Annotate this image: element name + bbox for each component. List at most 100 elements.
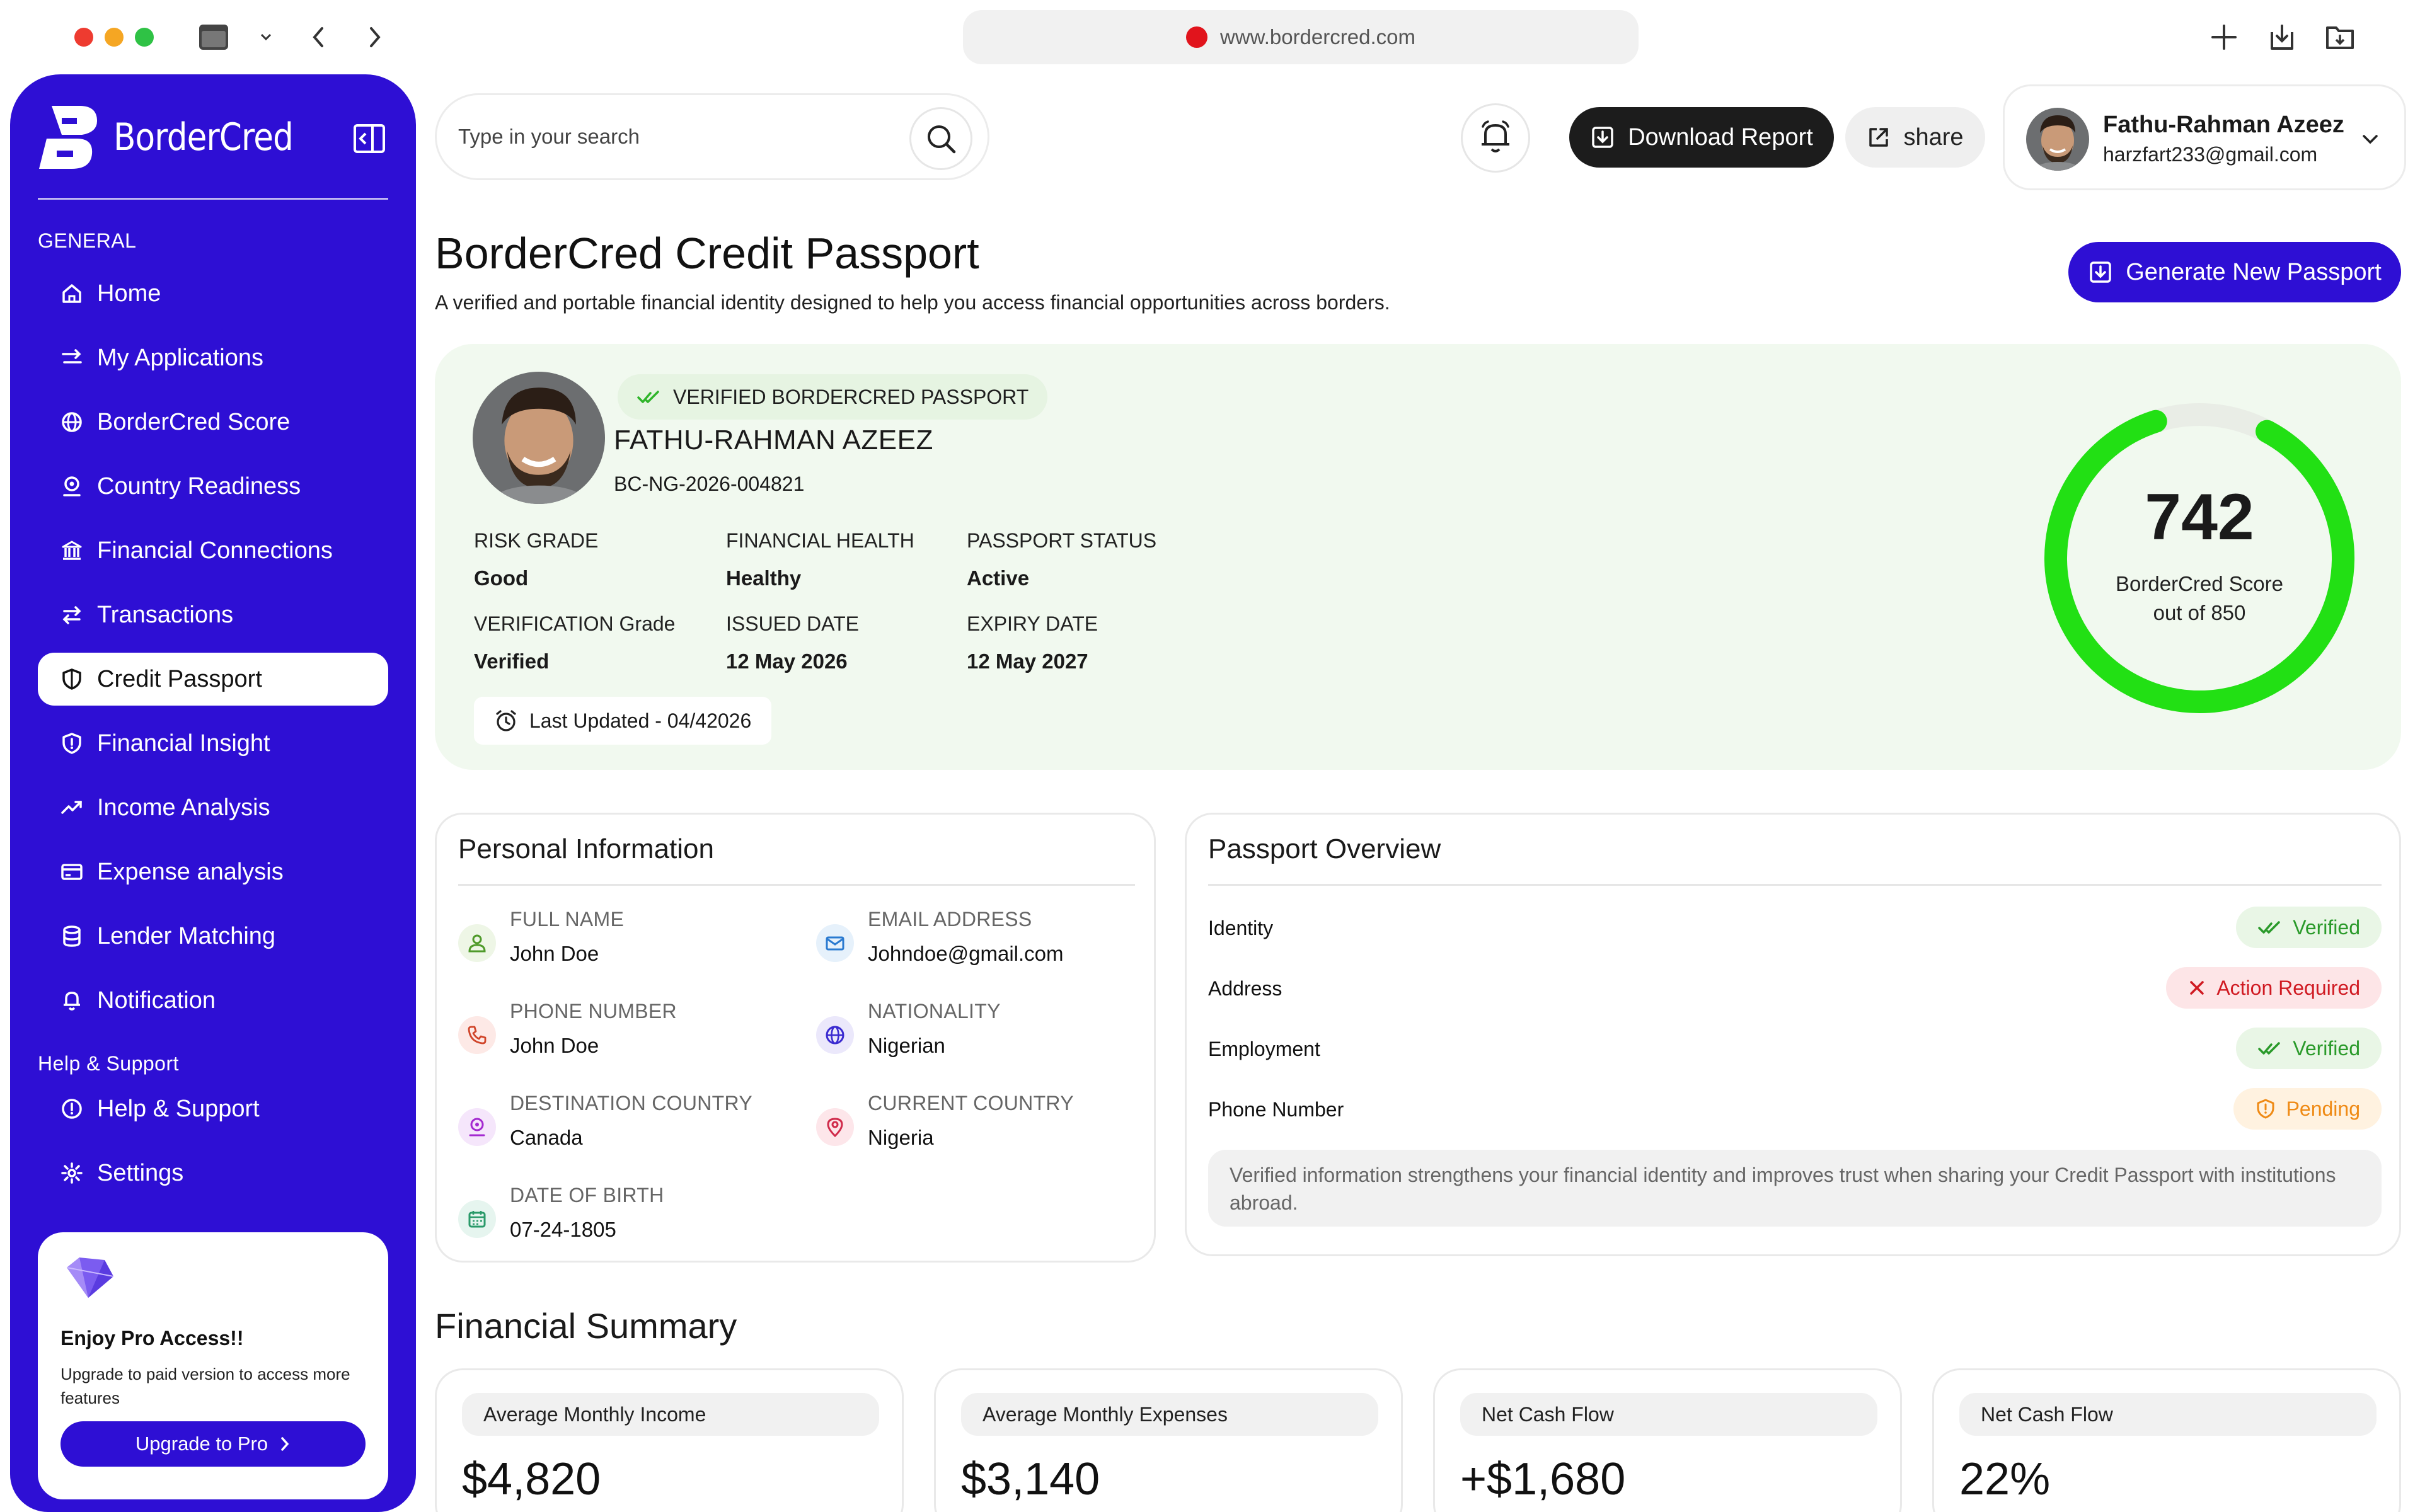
sidebar: BorderCred GENERAL Home My Applications … bbox=[10, 74, 416, 1512]
chevron-right-icon bbox=[281, 1437, 289, 1451]
new-tab-icon[interactable] bbox=[2208, 21, 2240, 53]
pin-icon bbox=[816, 1108, 854, 1146]
folder-icon[interactable] bbox=[2324, 21, 2356, 53]
sidebar-item-label: Lender Matching bbox=[97, 922, 276, 949]
home-icon bbox=[62, 284, 81, 303]
sidebar-item-transactions[interactable]: Transactions bbox=[38, 588, 388, 641]
date-of-birth-field: DATE OF BIRTH 07-24-1805 bbox=[458, 1184, 798, 1253]
minimize-window-button[interactable] bbox=[105, 28, 124, 47]
sidebar-item-my-applications[interactable]: My Applications bbox=[38, 331, 388, 384]
sidebar-item-label: Help & Support bbox=[97, 1095, 260, 1122]
search-input[interactable] bbox=[458, 125, 874, 149]
download-report-label: Download Report bbox=[1628, 123, 1813, 151]
shield-alert-icon bbox=[2257, 1099, 2274, 1119]
chevron-down-icon[interactable] bbox=[255, 21, 277, 53]
external-link-icon bbox=[1869, 128, 1889, 147]
sidebar-item-country-readiness[interactable]: Country Readiness bbox=[38, 460, 388, 513]
nationality-field: NATIONALITY Nigerian bbox=[816, 1000, 1156, 1069]
trend-icon bbox=[61, 801, 82, 814]
sidebar-item-help-support[interactable]: Help & Support bbox=[38, 1082, 388, 1135]
back-icon[interactable] bbox=[302, 21, 334, 53]
share-label: share bbox=[1903, 123, 1964, 151]
financial-summary-title: Financial Summary bbox=[435, 1306, 737, 1346]
collapse-sidebar-icon[interactable] bbox=[352, 121, 387, 156]
download-icon[interactable] bbox=[2266, 21, 2298, 53]
status-badge: Verified bbox=[2236, 907, 2382, 948]
score-caption: BorderCred Score out of 850 bbox=[2029, 570, 2370, 627]
overview-row-identity: Identity Verified bbox=[1208, 907, 2382, 951]
bank-icon bbox=[62, 541, 82, 560]
sidebar-item-notification[interactable]: Notification bbox=[38, 974, 388, 1027]
sidebar-item-income-analysis[interactable]: Income Analysis bbox=[38, 781, 388, 834]
database-icon bbox=[63, 925, 81, 947]
brand[interactable]: BorderCred bbox=[38, 102, 322, 173]
sidebar-item-label: Country Readiness bbox=[97, 472, 301, 500]
sidebar-item-bordercred-score[interactable]: BorderCred Score bbox=[38, 396, 388, 449]
sidebar-section-support: Help & Support bbox=[38, 1052, 180, 1075]
site-icon bbox=[1186, 26, 1208, 48]
pro-description: Upgrade to paid version to access more f… bbox=[60, 1365, 350, 1407]
upgrade-button[interactable]: Upgrade to Pro bbox=[60, 1421, 366, 1467]
current-country-field: CURRENT COUNTRY Nigeria bbox=[816, 1092, 1156, 1161]
upgrade-button-label: Upgrade to Pro bbox=[135, 1433, 268, 1455]
download-icon bbox=[1592, 127, 1613, 148]
bell-icon bbox=[1482, 120, 1509, 152]
mail-icon bbox=[816, 924, 854, 962]
location-icon bbox=[63, 476, 81, 496]
share-button[interactable]: share bbox=[1845, 107, 1985, 168]
alarm-clock-icon bbox=[496, 710, 516, 731]
sidebar-section-general: GENERAL bbox=[38, 229, 137, 252]
sidebar-item-credit-passport[interactable]: Credit Passport bbox=[38, 653, 388, 706]
info-icon bbox=[62, 1099, 82, 1119]
credit-passport-card: VERIFIED BORDERCRED PASSPORT FATHU-RAHMA… bbox=[435, 344, 2401, 770]
generate-passport-button[interactable]: Generate New Passport bbox=[2068, 242, 2401, 302]
calendar-icon bbox=[458, 1200, 496, 1238]
sidebar-item-settings[interactable]: Settings bbox=[38, 1147, 388, 1200]
close-window-button[interactable] bbox=[74, 28, 93, 47]
summary-card-net-cash-flow-rate: Net Cash Flow 22% bbox=[1932, 1368, 2401, 1512]
sidebar-item-financial-connections[interactable]: Financial Connections bbox=[38, 524, 388, 577]
passport-status: PASSPORT STATUS Active bbox=[967, 529, 1157, 590]
sidebar-item-home[interactable]: Home bbox=[38, 267, 388, 320]
status-badge: Action Required bbox=[2166, 967, 2382, 1009]
sidebar-item-lender-matching[interactable]: Lender Matching bbox=[38, 910, 388, 963]
card-divider bbox=[1208, 884, 2382, 886]
sidebar-item-financial-insight[interactable]: Financial Insight bbox=[38, 717, 388, 770]
sidebar-item-label: BorderCred Score bbox=[97, 408, 291, 435]
sidebar-item-label: Credit Passport bbox=[97, 665, 262, 692]
search-bar bbox=[435, 93, 989, 180]
overview-note: Verified information strengthens your fi… bbox=[1208, 1150, 2382, 1227]
destination-country-field: DESTINATION COUNTRY Canada bbox=[458, 1092, 798, 1161]
expiry-date: EXPIRY DATE 12 May 2027 bbox=[967, 612, 1098, 673]
status-badge: Verified bbox=[2236, 1028, 2382, 1069]
brand-name: BorderCred bbox=[113, 115, 294, 159]
verification-grade: VERIFICATION Grade Verified bbox=[474, 612, 676, 673]
forward-icon[interactable] bbox=[359, 21, 391, 53]
passport-holder-name: FATHU-RAHMAN AZEEZ bbox=[614, 425, 933, 455]
sidebar-divider bbox=[38, 198, 388, 200]
score-label: BorderCred Score bbox=[2116, 572, 2283, 595]
summary-card-income: Average Monthly Income $4,820 bbox=[435, 1368, 904, 1512]
sidebar-item-label: Notification bbox=[97, 987, 216, 1014]
download-report-button[interactable]: Download Report bbox=[1569, 107, 1834, 168]
user-profile-menu[interactable]: Fathu-Rahman Azeez harzfart233@gmail.com bbox=[2003, 84, 2406, 190]
summary-card-net-cash-flow: Net Cash Flow +$1,680 bbox=[1433, 1368, 1902, 1512]
verified-badge-label: VERIFIED BORDERCRED PASSPORT bbox=[673, 385, 1029, 408]
gem-icon bbox=[66, 1257, 114, 1298]
address-bar[interactable]: www.bordercred.com bbox=[963, 10, 1639, 64]
last-updated-label: Last Updated - 04/42026 bbox=[529, 709, 752, 732]
sidebar-item-label: My Applications bbox=[97, 344, 264, 371]
notifications-button[interactable] bbox=[1461, 103, 1530, 173]
search-button[interactable] bbox=[909, 107, 972, 170]
sidebar-item-label: Expense analysis bbox=[97, 858, 284, 885]
phone-field: PHONE NUMBER John Doe bbox=[458, 1000, 798, 1069]
sidebar-toggle-icon[interactable] bbox=[198, 21, 229, 53]
download-icon bbox=[2090, 261, 2111, 283]
email-field: EMAIL ADDRESS Johndoe@gmail.com bbox=[816, 908, 1156, 977]
card-divider bbox=[458, 884, 1135, 886]
sidebar-item-label: Financial Connections bbox=[97, 537, 333, 564]
address-url: www.bordercred.com bbox=[1220, 25, 1415, 49]
maximize-window-button[interactable] bbox=[135, 28, 154, 47]
verified-badge: VERIFIED BORDERCRED PASSPORT bbox=[618, 374, 1048, 420]
sidebar-item-expense-analysis[interactable]: Expense analysis bbox=[38, 845, 388, 898]
